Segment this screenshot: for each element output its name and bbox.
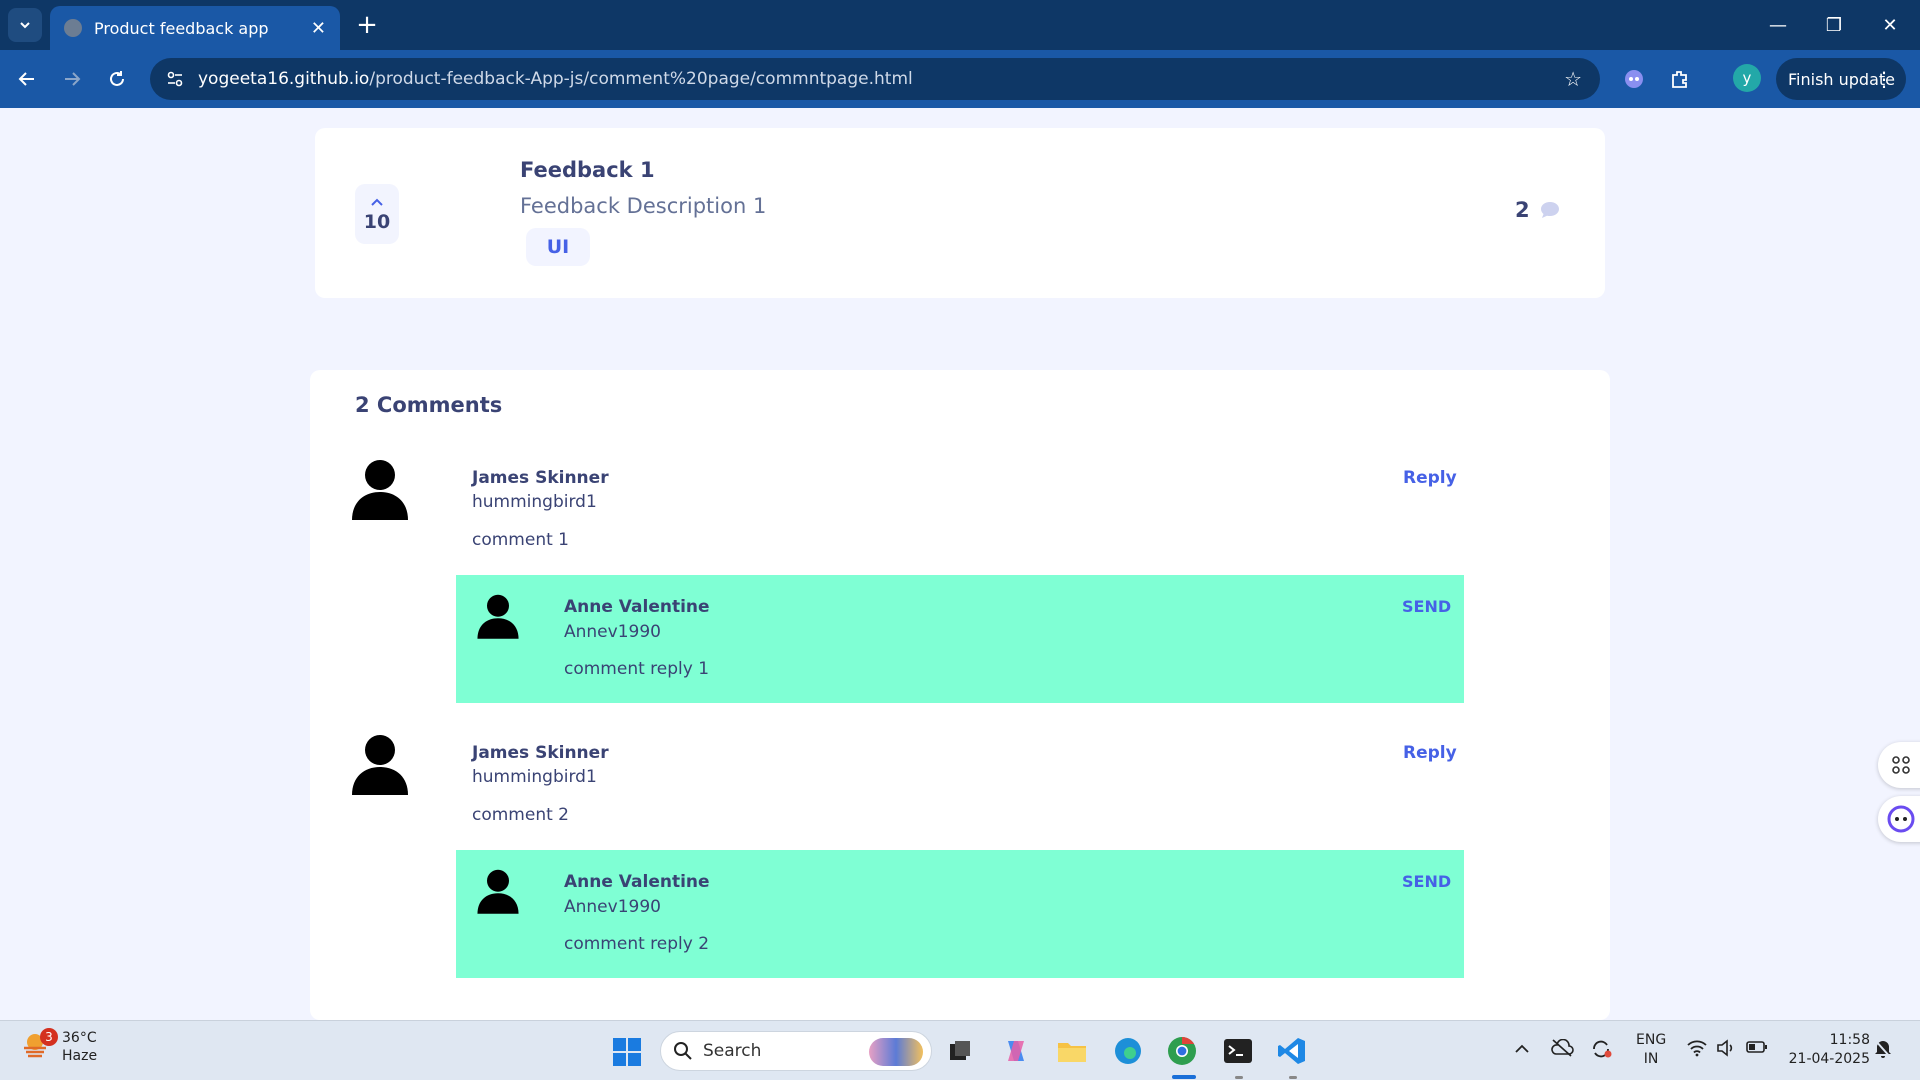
reply-button[interactable]: Reply [1403, 468, 1457, 488]
reload-icon [110, 71, 124, 86]
category-tag[interactable]: UI [526, 228, 590, 266]
tab-title: Product feedback app [94, 18, 269, 38]
weather-temperature: 36°C [62, 1030, 97, 1046]
restore-button[interactable]: ❐ [1806, 0, 1862, 50]
send-button[interactable]: SEND [1402, 872, 1451, 891]
feedback-title: Feedback 1 [520, 158, 655, 182]
search-highlight-image [869, 1038, 923, 1066]
reply-item: Anne Valentine Annev1990 comment reply 2… [456, 850, 1464, 978]
chevron-up-icon [371, 195, 383, 209]
weather-widget[interactable]: 3 36°C Haze [20, 1028, 98, 1065]
user-avatar-icon [477, 594, 519, 639]
arrow-right-icon [65, 72, 81, 86]
feedback-card[interactable]: 10 Feedback 1 Feedback Description 1 UI … [315, 128, 1605, 298]
finish-update-button[interactable]: Finish update ⋮ [1776, 58, 1906, 100]
copilot-icon [1887, 805, 1915, 833]
battery-icon[interactable] [1746, 1039, 1768, 1058]
user-avatar-icon [352, 460, 408, 520]
copilot-app-icon[interactable] [998, 1033, 1034, 1069]
active-app-indicator [1172, 1075, 1196, 1079]
haze-icon: 3 [20, 1028, 58, 1064]
comment-text: comment 1 [472, 530, 569, 550]
search-icon [674, 1042, 692, 1060]
comments-card: 2 Comments James Skinner hummingbird1 co… [310, 370, 1610, 1020]
weather-badge: 3 [40, 1028, 58, 1046]
running-app-indicator [1289, 1076, 1297, 1079]
globe-icon [64, 19, 82, 37]
back-button[interactable] [10, 62, 44, 96]
reply-author-name: Anne Valentine [564, 872, 710, 892]
reply-button[interactable]: Reply [1403, 743, 1457, 763]
reply-username: Annev1990 [564, 622, 661, 642]
new-tab-button[interactable]: + [352, 10, 382, 40]
close-icon[interactable]: ✕ [311, 18, 326, 39]
user-avatar-icon [352, 735, 408, 795]
user-avatar-icon [477, 869, 519, 914]
extension-copilot-icon[interactable] [1617, 62, 1651, 96]
comment-username: hummingbird1 [472, 492, 597, 512]
tab-search-button[interactable] [8, 8, 42, 42]
close-window-button[interactable]: ✕ [1862, 0, 1918, 50]
taskbar: 3 36°C Haze Search ENG IN 11:58 21-04-20… [0, 1020, 1920, 1080]
onedrive-offline-icon[interactable] [1550, 1038, 1574, 1061]
minimize-button[interactable]: — [1750, 0, 1806, 50]
notifications-bell-icon[interactable] [1874, 1039, 1892, 1063]
comment-username: hummingbird1 [472, 767, 597, 787]
reload-button[interactable] [100, 62, 134, 96]
assistant-button[interactable] [1878, 796, 1920, 842]
command-icon [1892, 756, 1910, 774]
forward-button[interactable] [55, 62, 89, 96]
running-app-indicator [1235, 1076, 1243, 1079]
browser-toolbar: yogeeta16.github.io/product-feedback-App… [0, 50, 1920, 108]
windows-start-icon[interactable] [612, 1037, 642, 1067]
browser-tab-bar: Product feedback app ✕ + — ❐ ✕ [0, 0, 1920, 50]
browser-tab-active[interactable]: Product feedback app ✕ [50, 6, 340, 50]
bookmark-star-icon[interactable]: ☆ [1564, 67, 1582, 91]
reply-username: Annev1990 [564, 897, 661, 917]
weather-condition: Haze [62, 1048, 98, 1064]
sync-icon[interactable] [1590, 1039, 1612, 1063]
volume-icon[interactable] [1716, 1039, 1736, 1061]
wifi-icon[interactable] [1686, 1039, 1708, 1061]
chevron-down-icon [20, 22, 30, 29]
comment-bubble-icon [1540, 202, 1559, 218]
taskbar-search[interactable]: Search [660, 1031, 932, 1071]
address-bar[interactable]: yogeeta16.github.io/product-feedback-App… [150, 58, 1600, 100]
reply-item: Anne Valentine Annev1990 comment reply 1… [456, 575, 1464, 703]
language-indicator[interactable]: ENG IN [1636, 1031, 1666, 1069]
comments-heading: 2 Comments [355, 393, 503, 417]
comment-author-name: James Skinner [472, 468, 609, 488]
extensions-puzzle-icon[interactable] [1663, 62, 1697, 96]
search-label: Search [703, 1041, 762, 1061]
page-content: 10 Feedback 1 Feedback Description 1 UI … [10, 108, 1920, 1020]
site-settings-icon[interactable] [164, 68, 186, 90]
arrow-left-icon [18, 72, 34, 86]
chevron-up-icon[interactable] [1514, 1039, 1530, 1058]
upvote-button[interactable]: 10 [355, 184, 399, 244]
terminal-icon[interactable] [1220, 1033, 1256, 1069]
file-explorer-icon[interactable] [1054, 1033, 1090, 1069]
side-panel-button[interactable] [1878, 742, 1920, 788]
comment-text: comment 2 [472, 805, 569, 825]
comment-author-name: James Skinner [472, 743, 609, 763]
more-vertical-icon: ⋮ [1874, 67, 1894, 91]
reply-text: comment reply 1 [564, 659, 710, 679]
profile-avatar[interactable]: y [1733, 64, 1761, 92]
upvote-count: 10 [363, 211, 391, 233]
task-view-icon[interactable] [942, 1033, 978, 1069]
vscode-icon[interactable] [1274, 1033, 1310, 1069]
send-button[interactable]: SEND [1402, 597, 1451, 616]
url-text: yogeeta16.github.io/product-feedback-App… [198, 69, 913, 89]
feedback-comment-count: 2 [1515, 198, 1560, 222]
chrome-browser-icon[interactable] [1164, 1033, 1200, 1069]
edge-browser-icon[interactable] [1110, 1033, 1146, 1069]
feedback-description: Feedback Description 1 [520, 194, 767, 218]
system-clock[interactable]: 11:58 21-04-2025 [1786, 1031, 1870, 1069]
reply-text: comment reply 2 [564, 934, 710, 954]
reply-author-name: Anne Valentine [564, 597, 710, 617]
